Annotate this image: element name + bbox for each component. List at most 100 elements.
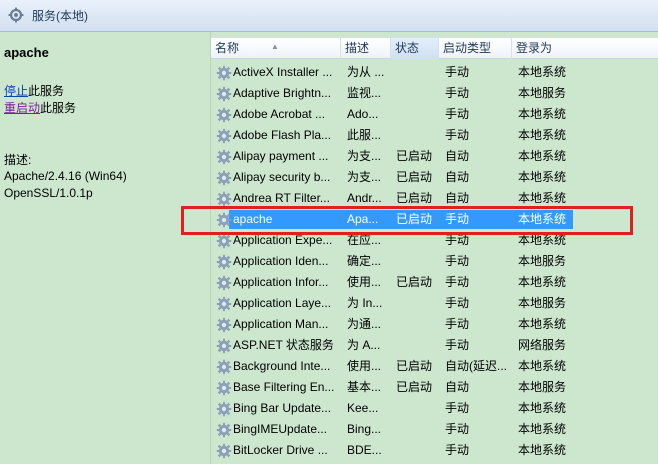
- service-status-cell: [396, 335, 440, 356]
- stop-suffix: 此服务: [28, 84, 65, 98]
- service-logon-cell: 本地服务: [518, 254, 567, 268]
- service-startup-cell: 手动: [445, 275, 470, 289]
- column-startup-header[interactable]: 启动类型: [439, 38, 512, 59]
- service-logon-cell: 本地系统: [518, 359, 567, 373]
- service-name-cell: apache: [233, 212, 273, 226]
- service-description-cell: Bing...: [347, 422, 382, 436]
- service-description-cell: 使用...: [347, 275, 382, 289]
- table-row[interactable]: Base Filtering En... 基本... 已启动 自动 本地服务: [211, 377, 658, 398]
- service-startup-cell: 手动: [445, 254, 470, 268]
- column-name-header[interactable]: ▲ 名称: [211, 38, 341, 59]
- table-row[interactable]: ASP.NET 状态服务为 A... 手动 网络服务: [211, 335, 658, 356]
- service-name-cell: Bing Bar Update...: [233, 401, 332, 415]
- table-row[interactable]: BitLocker Drive ... BDE... 手动 本地系统: [211, 440, 658, 461]
- service-name-heading: apache: [4, 45, 49, 60]
- service-name-cell: Application Man...: [233, 317, 329, 331]
- service-name-cell: Alipay security b...: [233, 170, 331, 184]
- stop-action: 停止此服务: [4, 82, 64, 99]
- gear-icon: [216, 149, 232, 165]
- restart-suffix: 此服务: [40, 101, 77, 115]
- service-description-cell: 为支...: [347, 170, 382, 184]
- table-row[interactable]: apache Apa... 已启动 手动 本地系统: [211, 209, 658, 230]
- window-title: 服务(本地): [32, 9, 88, 23]
- service-description-cell: 为通...: [347, 317, 382, 331]
- column-logon-label: 登录为: [516, 41, 553, 55]
- restart-service-link[interactable]: 重启动: [4, 101, 40, 115]
- title-bar: 服务(本地): [0, 0, 658, 32]
- service-status-cell: [396, 440, 440, 461]
- service-startup-cell: 手动: [445, 86, 470, 100]
- table-row[interactable]: BingIMEUpdate... Bing... 手动 本地系统: [211, 419, 658, 440]
- table-row[interactable]: Application Expe... 在应... 手动 本地系统: [211, 230, 658, 251]
- service-description-cell: 为 In...: [347, 296, 383, 310]
- service-description-cell: 为从 ...: [347, 65, 385, 79]
- gear-icon: [216, 275, 232, 291]
- gear-icon: [216, 338, 232, 354]
- table-row[interactable]: Bing Bar Update... Kee... 手动 本地系统: [211, 398, 658, 419]
- service-startup-cell: 手动: [445, 401, 470, 415]
- service-startup-cell: 手动: [445, 296, 470, 310]
- service-status-cell: [396, 104, 440, 125]
- table-row[interactable]: Application Man... 为通... 手动 本地系统: [211, 314, 658, 335]
- service-name-cell: Adobe Flash Pla...: [233, 128, 332, 142]
- gear-icon: [216, 128, 232, 144]
- table-row[interactable]: Alipay payment ... 为支... 已启动 自动 本地系统: [211, 146, 658, 167]
- service-description-cell: 此服...: [347, 128, 382, 142]
- gear-icon: [216, 443, 232, 459]
- service-status-cell: [396, 419, 440, 440]
- service-status-cell: [396, 293, 440, 314]
- table-row[interactable]: ActiveX Installer ... 为从 ... 手动 本地系统: [211, 62, 658, 83]
- service-status-cell: [396, 251, 440, 272]
- service-description-cell: Andr...: [347, 191, 382, 205]
- service-name-cell: Andrea RT Filter...: [233, 191, 330, 205]
- column-logon-header[interactable]: 登录为: [512, 38, 658, 59]
- service-startup-cell: 手动: [445, 338, 470, 352]
- service-logon-cell: 网络服务: [518, 338, 567, 352]
- table-row[interactable]: Background Inte... 使用... 已启动 自动(延迟... 本地系统: [211, 356, 658, 377]
- service-description-cell: Apa...: [347, 212, 379, 226]
- stop-service-link[interactable]: 停止: [4, 84, 28, 98]
- description-pane: apache 停止此服务 重启动此服务 描述: Apache/2.4.16 (W…: [0, 32, 208, 464]
- services-window: 服务(本地) apache 停止此服务 重启动此服务 描述: Apache/2.…: [0, 0, 658, 464]
- service-description-cell: BDE...: [347, 443, 382, 457]
- gear-icon: [216, 359, 232, 375]
- service-status-cell: 已启动: [396, 212, 433, 226]
- service-logon-cell: 本地系统: [518, 191, 567, 205]
- service-status-cell: 已启动: [396, 149, 433, 163]
- service-startup-cell: 自动: [445, 380, 470, 394]
- service-logon-cell: 本地服务: [518, 86, 567, 100]
- service-name-cell: ASP.NET 状态服务: [233, 338, 334, 352]
- service-description-cell: 在应...: [347, 233, 382, 247]
- table-row[interactable]: Application Iden... 确定... 手动 本地服务: [211, 251, 658, 272]
- service-startup-cell: 自动: [445, 191, 470, 205]
- service-name-cell: Application Laye...: [233, 296, 332, 310]
- service-logon-cell: 本地系统: [518, 233, 567, 247]
- service-logon-cell: 本地系统: [518, 149, 567, 163]
- service-logon-cell: 本地系统: [518, 443, 567, 457]
- service-status-cell: [396, 125, 440, 146]
- column-status-header[interactable]: 状态: [391, 38, 439, 59]
- table-row[interactable]: Adobe Acrobat ... Ado... 手动 本地系统: [211, 104, 658, 125]
- service-status-cell: [396, 230, 440, 251]
- services-list: ▲ 名称 描述 状态 启动类型 登录为 ActiveX Installer ..…: [210, 32, 658, 464]
- description-label: 描述:: [4, 153, 32, 167]
- service-status-cell: 已启动: [396, 275, 433, 289]
- service-status-cell: 已启动: [396, 380, 433, 394]
- gear-icon: [216, 422, 232, 438]
- table-row[interactable]: Alipay security b... 为支... 已启动 自动 本地系统: [211, 167, 658, 188]
- column-description-label: 描述: [345, 41, 370, 55]
- services-icon: [8, 7, 24, 23]
- service-name-cell: Adaptive Brightn...: [233, 86, 332, 100]
- service-startup-cell: 手动: [445, 233, 470, 247]
- service-logon-cell: 本地系统: [518, 107, 567, 121]
- table-row[interactable]: Andrea RT Filter... Andr... 已启动 自动 本地系统: [211, 188, 658, 209]
- gear-icon: [216, 380, 232, 396]
- table-row[interactable]: Adaptive Brightn... 监视... 手动 本地服务: [211, 83, 658, 104]
- service-logon-cell: 本地系统: [518, 170, 567, 184]
- service-name-cell: Application Iden...: [233, 254, 329, 268]
- table-row[interactable]: Application Infor... 使用... 已启动 手动 本地系统: [211, 272, 658, 293]
- table-row[interactable]: Adobe Flash Pla... 此服... 手动 本地系统: [211, 125, 658, 146]
- column-description-header[interactable]: 描述: [341, 38, 391, 59]
- table-row[interactable]: Application Laye... 为 In... 手动 本地服务: [211, 293, 658, 314]
- service-startup-cell: 手动: [445, 422, 470, 436]
